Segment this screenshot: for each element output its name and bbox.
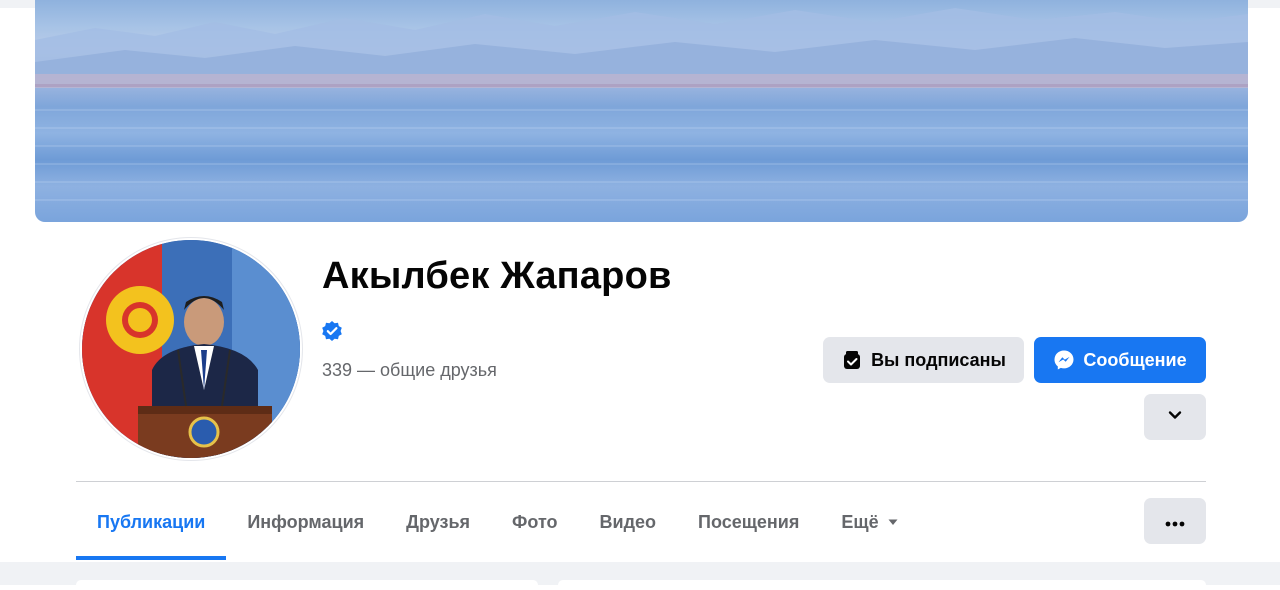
intro-card [76, 580, 538, 590]
subscribed-label: Вы подписаны [871, 349, 1006, 370]
message-button[interactable]: Сообщение [1034, 337, 1206, 383]
chevron-down-icon [1167, 407, 1183, 428]
verified-badge-icon [321, 320, 343, 342]
cover-photo[interactable] [35, 0, 1248, 222]
mutual-friends-count[interactable]: 339 — общие друзья [322, 360, 497, 381]
expand-actions-button[interactable] [1144, 394, 1206, 440]
tab-friends[interactable]: Друзья [385, 484, 491, 560]
feed-card [558, 580, 1206, 590]
profile-avatar[interactable] [80, 238, 302, 460]
caret-down-icon [887, 516, 899, 528]
cover-landscape-image [35, 8, 1248, 201]
tab-videos[interactable]: Видео [579, 484, 678, 560]
tab-check-ins[interactable]: Посещения [677, 484, 820, 560]
tab-label: Ещё [841, 511, 879, 532]
message-label: Сообщение [1083, 349, 1187, 370]
tab-label: Публикации [97, 511, 206, 532]
more-options-button[interactable] [1144, 498, 1206, 544]
tab-label: Друзья [406, 511, 471, 532]
messenger-icon [1053, 349, 1075, 371]
profile-name: Акылбек Жапаров [322, 255, 672, 297]
profile-divider [76, 481, 1206, 482]
tab-label: Видео [599, 511, 657, 532]
subscribed-check-icon [841, 349, 863, 371]
tab-information[interactable]: Информация [226, 484, 385, 560]
subscribed-button[interactable]: Вы подписаны [823, 337, 1024, 383]
tab-photos[interactable]: Фото [491, 484, 578, 560]
profile-tabs: Публикации Информация Друзья Фото Видео … [76, 484, 920, 560]
more-dots-icon [1165, 511, 1185, 532]
tab-label: Информация [247, 511, 365, 532]
tab-label: Фото [512, 511, 558, 532]
tab-more[interactable]: Ещё [820, 484, 919, 560]
profile-photo [82, 240, 300, 458]
tab-label: Посещения [698, 511, 800, 532]
tab-publications[interactable]: Публикации [76, 484, 227, 560]
